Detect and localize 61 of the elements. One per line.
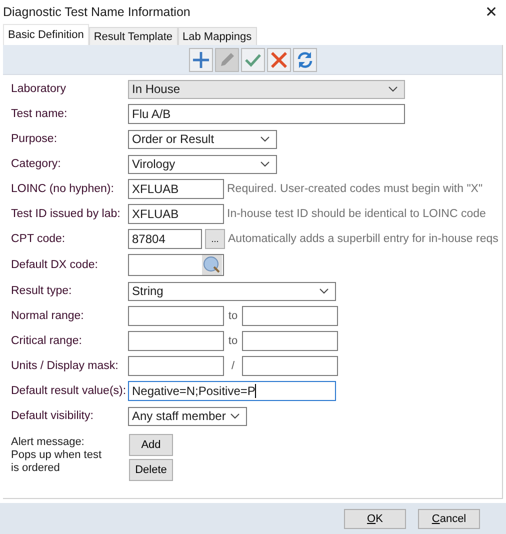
field-label: Purpose: bbox=[11, 133, 58, 145]
field-label: Test name: bbox=[11, 108, 68, 120]
close-button[interactable]: ✕ bbox=[485, 3, 498, 21]
alert-button[interactable]: Add bbox=[129, 434, 173, 456]
alert-button[interactable]: Delete bbox=[129, 459, 173, 481]
chevron-down-icon bbox=[230, 413, 240, 419]
range-separator: / bbox=[230, 360, 236, 372]
input-field[interactable] bbox=[242, 356, 338, 376]
hint-text: Required. User-created codes must begin with "X" bbox=[227, 183, 483, 195]
field-label: Normal range: bbox=[11, 310, 85, 322]
chevron-down-icon bbox=[388, 86, 398, 92]
cancel-button[interactable]: Cancel bbox=[418, 508, 480, 528]
chevron-down-icon bbox=[260, 136, 270, 142]
tab[interactable]: Lab Mappings bbox=[178, 27, 257, 45]
field-label: Laboratory bbox=[11, 83, 67, 95]
tab[interactable]: Result Template bbox=[88, 27, 178, 45]
add-button[interactable] bbox=[188, 48, 212, 72]
browse-button[interactable]: ... bbox=[205, 229, 225, 249]
input-field[interactable]: XFLUAB bbox=[128, 204, 224, 224]
hint-text: In-house test ID should be identical to LOINC code bbox=[227, 208, 486, 220]
field-label: Default DX code: bbox=[11, 259, 99, 271]
tab[interactable]: Basic Definition bbox=[3, 24, 89, 45]
dropdown[interactable]: Any staff member bbox=[128, 406, 247, 426]
field-label: Default visibility: bbox=[11, 410, 94, 422]
field-label: Test ID issued by lab: bbox=[11, 208, 122, 220]
chevron-down-icon bbox=[260, 161, 270, 167]
ok-button[interactable]: OK bbox=[344, 508, 406, 528]
close-icon bbox=[270, 50, 288, 68]
window-title: Diagnostic Test Name Information bbox=[3, 5, 190, 19]
dropdown[interactable]: In House bbox=[128, 80, 405, 98]
input-field[interactable] bbox=[128, 356, 224, 376]
range-separator: to bbox=[227, 310, 239, 322]
plus-icon bbox=[192, 50, 210, 68]
dropdown[interactable]: Order or Result bbox=[128, 130, 277, 148]
lookup-icon[interactable] bbox=[202, 255, 222, 275]
save-button[interactable] bbox=[240, 48, 264, 72]
field-label: Default result value(s): bbox=[11, 385, 128, 397]
input-field[interactable] bbox=[242, 331, 338, 351]
input-field[interactable] bbox=[128, 331, 224, 351]
field-label: Category: bbox=[11, 158, 62, 170]
input-field[interactable] bbox=[242, 306, 338, 326]
input-field[interactable]: Negative=N;Positive=P bbox=[128, 381, 336, 401]
cancel-button[interactable] bbox=[266, 48, 290, 72]
input-field[interactable] bbox=[128, 254, 224, 276]
dropdown[interactable]: Virology bbox=[128, 154, 277, 174]
dropdown[interactable]: String bbox=[128, 282, 336, 300]
hint-text: Automatically adds a superbill entry for in-house reqs bbox=[228, 233, 498, 245]
field-label: Result type: bbox=[11, 285, 73, 297]
chevron-down-icon bbox=[319, 288, 329, 294]
input-field[interactable]: 87804 bbox=[128, 229, 202, 249]
field-label: Alert message: Pops up when test is ordered bbox=[11, 436, 103, 476]
refresh-icon bbox=[296, 50, 314, 68]
refresh-button[interactable] bbox=[292, 48, 316, 72]
input-field[interactable]: XFLUAB bbox=[128, 179, 224, 199]
input-field[interactable]: Flu A/B bbox=[128, 104, 405, 124]
field-label: Critical range: bbox=[11, 335, 83, 347]
field-label: CPT code: bbox=[11, 233, 66, 245]
field-label: Units / Display mask: bbox=[11, 360, 120, 372]
input-field[interactable] bbox=[128, 306, 224, 326]
range-separator: to bbox=[227, 335, 239, 347]
field-label: LOINC (no hyphen): bbox=[11, 183, 115, 195]
